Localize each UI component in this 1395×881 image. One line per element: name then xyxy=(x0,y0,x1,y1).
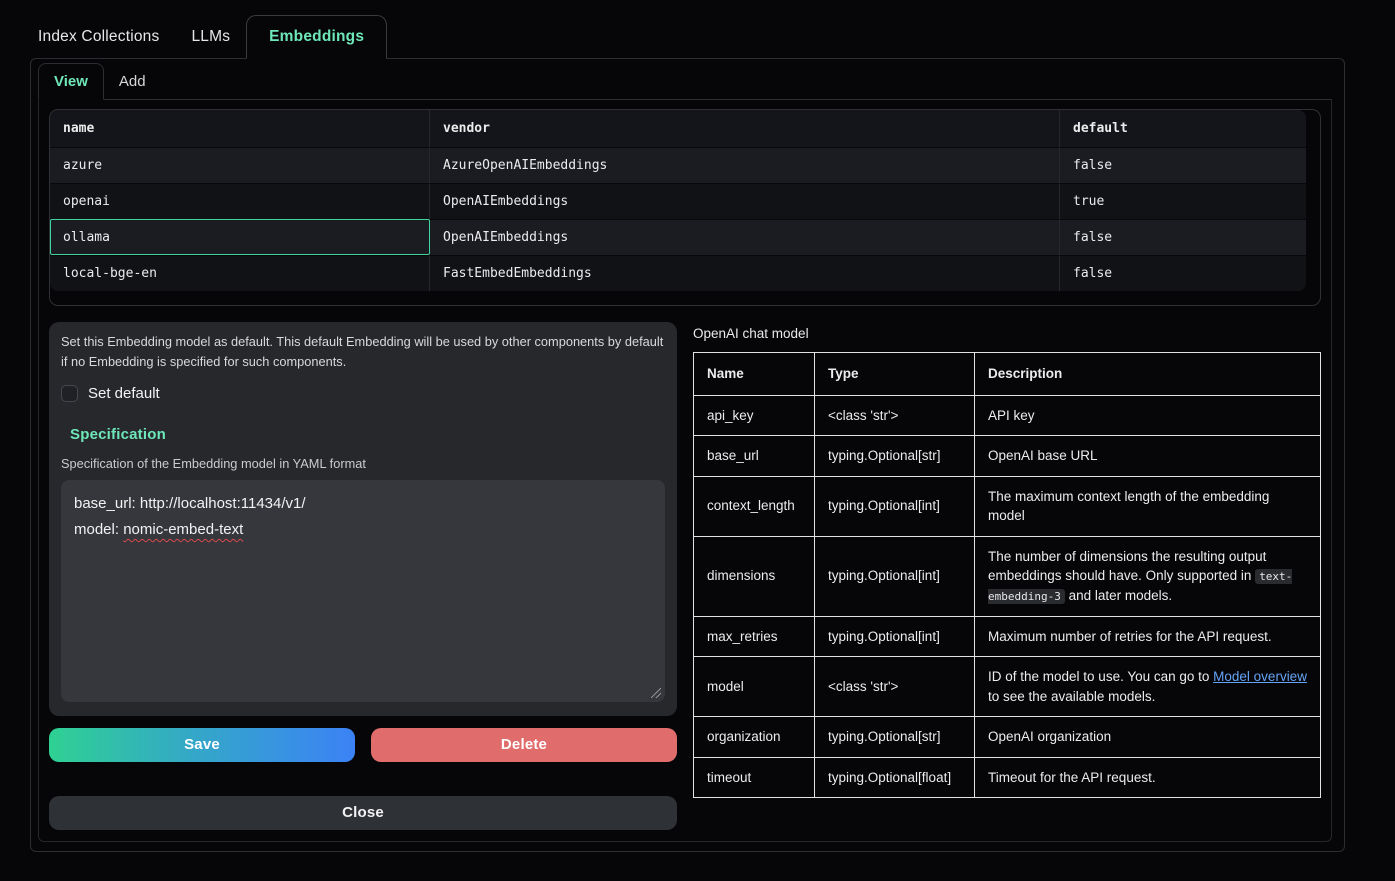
cell-vendor[interactable]: AzureOpenAIEmbeddings xyxy=(430,147,1060,183)
column-header-default[interactable]: default xyxy=(1060,110,1306,147)
cell-vendor[interactable]: OpenAIEmbeddings xyxy=(430,219,1060,255)
resize-grip-icon[interactable] xyxy=(651,688,661,698)
set-default-label: Set default xyxy=(88,385,160,402)
schema-column-header-description: Description xyxy=(975,353,1321,396)
param-description: Maximum number of retries for the API re… xyxy=(975,616,1321,657)
param-description: API key xyxy=(975,395,1321,436)
schema-column: OpenAI chat model NameTypeDescriptionapi… xyxy=(693,322,1321,798)
edit-column: Set this Embedding model as default. Thi… xyxy=(49,322,677,830)
schema-row: base_urltyping.Optional[str]OpenAI base … xyxy=(694,436,1321,477)
cell-name[interactable]: local-bge-en xyxy=(50,255,430,291)
schema-row: api_key<class 'str'>API key xyxy=(694,395,1321,436)
inline-code: text-embedding-3 xyxy=(988,569,1292,604)
specification-caption: Specification of the Embedding model in … xyxy=(61,456,665,471)
table-row: local-bge-enFastEmbedEmbeddingsfalse xyxy=(50,255,1306,291)
view-panel: namevendordefaultazureAzureOpenAIEmbeddi… xyxy=(38,100,1332,842)
param-name: organization xyxy=(694,717,815,758)
misspelled-word: nomic-embed-text xyxy=(123,521,243,538)
param-type: typing.Optional[str] xyxy=(815,436,975,477)
schema-table: NameTypeDescriptionapi_key<class 'str'>A… xyxy=(693,352,1321,798)
param-description: ID of the model to use. You can go to Mo… xyxy=(975,657,1321,717)
param-type: typing.Optional[float] xyxy=(815,757,975,798)
table-row: azureAzureOpenAIEmbeddingsfalse xyxy=(50,147,1306,183)
schema-row: organizationtyping.Optional[str]OpenAI o… xyxy=(694,717,1321,758)
table-row: ollamaOpenAIEmbeddingsfalse xyxy=(50,219,1306,255)
schema-row: max_retriestyping.Optional[int]Maximum n… xyxy=(694,616,1321,657)
cell-default[interactable]: false xyxy=(1060,219,1306,255)
schema-row: timeouttyping.Optional[float]Timeout for… xyxy=(694,757,1321,798)
sub-tab-bar: View Add xyxy=(38,61,1332,100)
param-name: model xyxy=(694,657,815,717)
param-name: context_length xyxy=(694,476,815,536)
specification-heading: Specification xyxy=(70,426,665,443)
default-setting-panel: Set this Embedding model as default. Thi… xyxy=(49,322,677,716)
param-description: The number of dimensions the resulting o… xyxy=(975,536,1321,616)
yaml-editor[interactable]: base_url: http://localhost:11434/v1/ mod… xyxy=(61,480,665,702)
cell-default[interactable]: false xyxy=(1060,255,1306,291)
param-description: OpenAI base URL xyxy=(975,436,1321,477)
param-description: The maximum context length of the embedd… xyxy=(975,476,1321,536)
cell-vendor[interactable]: OpenAIEmbeddings xyxy=(430,183,1060,219)
param-type: typing.Optional[int] xyxy=(815,616,975,657)
checkbox-icon[interactable] xyxy=(61,385,78,402)
save-button[interactable]: Save xyxy=(49,728,355,762)
param-description: OpenAI organization xyxy=(975,717,1321,758)
param-type: typing.Optional[int] xyxy=(815,536,975,616)
schema-header-row: NameTypeDescription xyxy=(694,353,1321,396)
delete-button[interactable]: Delete xyxy=(371,728,677,762)
param-name: api_key xyxy=(694,395,815,436)
close-button[interactable]: Close xyxy=(49,796,677,830)
param-type: <class 'str'> xyxy=(815,657,975,717)
schema-row: model<class 'str'>ID of the model to use… xyxy=(694,657,1321,717)
set-default-description: Set this Embedding model as default. Thi… xyxy=(61,332,665,372)
model-overview-link[interactable]: Model overview xyxy=(1213,669,1307,684)
param-name: max_retries xyxy=(694,616,815,657)
tab-llms[interactable]: LLMs xyxy=(175,16,246,58)
param-type: <class 'str'> xyxy=(815,395,975,436)
param-description: Timeout for the API request. xyxy=(975,757,1321,798)
embeddings-table: namevendordefaultazureAzureOpenAIEmbeddi… xyxy=(50,110,1306,291)
table-row: openaiOpenAIEmbeddingstrue xyxy=(50,183,1306,219)
schema-row: context_lengthtyping.Optional[int]The ma… xyxy=(694,476,1321,536)
set-default-checkbox-row[interactable]: Set default xyxy=(61,385,665,402)
tab-embeddings[interactable]: Embeddings xyxy=(246,15,387,59)
param-name: dimensions xyxy=(694,536,815,616)
schema-row: dimensionstyping.Optional[int]The number… xyxy=(694,536,1321,616)
tab-add[interactable]: Add xyxy=(104,64,161,99)
selected-cell[interactable]: ollama xyxy=(50,219,430,255)
cell-name[interactable]: azure xyxy=(50,147,430,183)
schema-column-header-type: Type xyxy=(815,353,975,396)
column-header-vendor[interactable]: vendor xyxy=(430,110,1060,147)
cell-name[interactable]: openai xyxy=(50,183,430,219)
param-name: base_url xyxy=(694,436,815,477)
cell-vendor[interactable]: FastEmbedEmbeddings xyxy=(430,255,1060,291)
schema-column-header-name: Name xyxy=(694,353,815,396)
embeddings-panel: View Add namevendordefaultazureAzureOpen… xyxy=(30,58,1345,852)
tab-index-collections[interactable]: Index Collections xyxy=(22,16,175,58)
main-tab-bar: Index Collections LLMs Embeddings xyxy=(0,0,1395,58)
schema-title: OpenAI chat model xyxy=(693,326,1321,341)
cell-default[interactable]: true xyxy=(1060,183,1306,219)
yaml-line-1: base_url: http://localhost:11434/v1/ xyxy=(74,491,652,517)
embeddings-dataframe: namevendordefaultazureAzureOpenAIEmbeddi… xyxy=(49,109,1321,306)
cell-default[interactable]: false xyxy=(1060,147,1306,183)
yaml-line-2: model: nomic-embed-text xyxy=(74,517,652,543)
param-type: typing.Optional[str] xyxy=(815,717,975,758)
tab-view[interactable]: View xyxy=(38,63,104,100)
header-row: namevendordefault xyxy=(50,110,1306,147)
param-name: timeout xyxy=(694,757,815,798)
column-header-name[interactable]: name xyxy=(50,110,430,147)
param-type: typing.Optional[int] xyxy=(815,476,975,536)
